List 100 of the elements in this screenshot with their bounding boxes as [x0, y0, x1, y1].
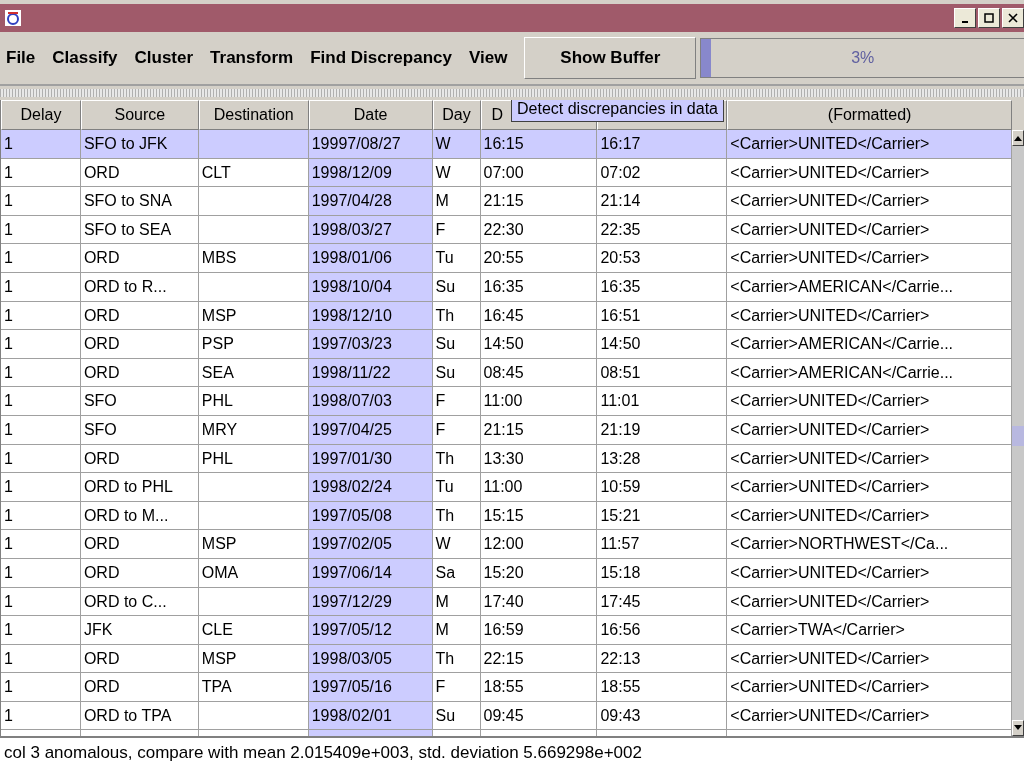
- table-cell: 16:35: [597, 272, 728, 301]
- table-cell: 1: [1, 701, 81, 730]
- table-cell: 1997/02/05: [308, 530, 433, 558]
- table-cell: ORD: [80, 558, 199, 587]
- table-cell: 19997/08/27: [308, 130, 433, 158]
- table-cell: M: [432, 616, 481, 644]
- table-cell: Su: [432, 330, 481, 358]
- table-cell: 1998/12/09: [308, 158, 433, 187]
- table-cell: 21:15: [480, 187, 598, 215]
- table-cell: SFO: [80, 415, 199, 444]
- table-cell: 14:50: [597, 330, 728, 358]
- table-cell: SEA: [198, 358, 309, 387]
- table-cell: F: [432, 415, 481, 444]
- table-cell: 1: [1, 358, 81, 387]
- table-cell: MSP: [198, 644, 309, 673]
- table-cell: 16:45: [480, 301, 598, 330]
- table-cell: 1: [1, 387, 81, 415]
- table-cell: 1998/01/06: [308, 244, 433, 272]
- table-cell: PHL: [198, 387, 309, 415]
- table-cell: Tu: [432, 473, 481, 501]
- table-cell: 09:45: [480, 701, 598, 730]
- table-cell: 16:15: [480, 130, 598, 158]
- table-cell: ORD to C...: [80, 587, 199, 616]
- table-cell: Su: [432, 701, 481, 730]
- table-cell: ORD: [80, 444, 199, 473]
- table-cell: ORD: [80, 330, 199, 358]
- table-cell: <Carrier>UNITED</Carrier>: [727, 130, 1012, 158]
- table-cell: CLT: [198, 158, 309, 187]
- table-cell: 18:55: [597, 673, 728, 701]
- table-cell: M: [432, 587, 481, 616]
- table-cell: 1: [1, 558, 81, 587]
- table-cell: ORD: [80, 244, 199, 272]
- table-cell: MBS: [198, 244, 309, 272]
- table-cell: 1: [1, 673, 81, 701]
- table-cell: PHL: [198, 444, 309, 473]
- table-cell: 21:19: [597, 415, 728, 444]
- table-cell: 21:14: [597, 187, 728, 215]
- table-cell: 1997/01/30: [308, 444, 433, 473]
- table-cell: 20:53: [597, 244, 728, 272]
- table-cell: 1997/04/28: [308, 187, 433, 215]
- table-cell: 21:15: [480, 415, 598, 444]
- table-cell: ORD: [80, 358, 199, 387]
- table-cell: Su: [432, 358, 481, 387]
- table-cell: 15:18: [597, 558, 728, 587]
- table-cell: PSP: [198, 330, 309, 358]
- table-cell: 07:00: [480, 158, 598, 187]
- table-cell: 1998/02/24: [308, 473, 433, 501]
- table-cell: 22:15: [480, 644, 598, 673]
- table-cell: 16:51: [597, 301, 728, 330]
- table-cell: ORD: [80, 158, 199, 187]
- table-cell: 14:50: [480, 330, 598, 358]
- table-cell: 16:56: [597, 616, 728, 644]
- table-cell: 18:55: [480, 673, 598, 701]
- table-cell: 10:59: [597, 473, 728, 501]
- table-cell: Th: [432, 444, 481, 473]
- table-cell: 1: [1, 530, 81, 558]
- table-cell: 1998/11/22: [308, 358, 433, 387]
- table-cell: 16:59: [480, 616, 598, 644]
- table-cell: Th: [432, 644, 481, 673]
- table-cell: Su: [432, 272, 481, 301]
- table-cell: 11:00: [480, 473, 598, 501]
- table-cell: 1: [1, 158, 81, 187]
- table-cell: JFK: [80, 616, 199, 644]
- table-cell: 16:35: [480, 272, 598, 301]
- table-cell: ORD: [80, 530, 199, 558]
- table-cell: W: [432, 130, 481, 158]
- table-cell: 1: [1, 616, 81, 644]
- table-cell: 1: [1, 187, 81, 215]
- table-cell: F: [432, 673, 481, 701]
- table-cell: 1998/03/27: [308, 215, 433, 244]
- table-cell: ORD: [80, 644, 199, 673]
- table-cell: 07:02: [597, 158, 728, 187]
- table-cell: F: [432, 215, 481, 244]
- table-cell: CLE: [198, 616, 309, 644]
- tooltip: Detect discrepancies in data: [511, 100, 724, 122]
- table-cell: MSP: [198, 530, 309, 558]
- table-cell: 1: [1, 272, 81, 301]
- progress-label: 3%: [851, 49, 875, 67]
- table-cell: 1: [1, 415, 81, 444]
- table-cell: Th: [432, 301, 481, 330]
- table-cell: OMA: [198, 558, 309, 587]
- table-cell: Sa: [432, 558, 481, 587]
- table-cell: ORD: [80, 301, 199, 330]
- table-cell: Th: [432, 501, 481, 530]
- table-cell: 1: [1, 644, 81, 673]
- table-cell: ORD to M...: [80, 501, 199, 530]
- table-cell: 1: [1, 330, 81, 358]
- table-cell: 13:28: [597, 444, 728, 473]
- table-cell: F: [432, 387, 481, 415]
- table-cell: 1: [1, 244, 81, 272]
- table-cell: 1: [1, 215, 81, 244]
- table-cell: 09:43: [597, 701, 728, 730]
- table-cell: 15:21: [597, 501, 728, 530]
- table-cell: ORD to TPA: [80, 701, 199, 730]
- table-cell: W: [432, 158, 481, 187]
- table-cell: TPA: [198, 673, 309, 701]
- table-cell: 1997/06/14: [308, 558, 433, 587]
- table-cell: SFO to JFK: [80, 130, 199, 158]
- table-cell: 1997/03/23: [308, 330, 433, 358]
- table-cell: 11:57: [597, 530, 728, 558]
